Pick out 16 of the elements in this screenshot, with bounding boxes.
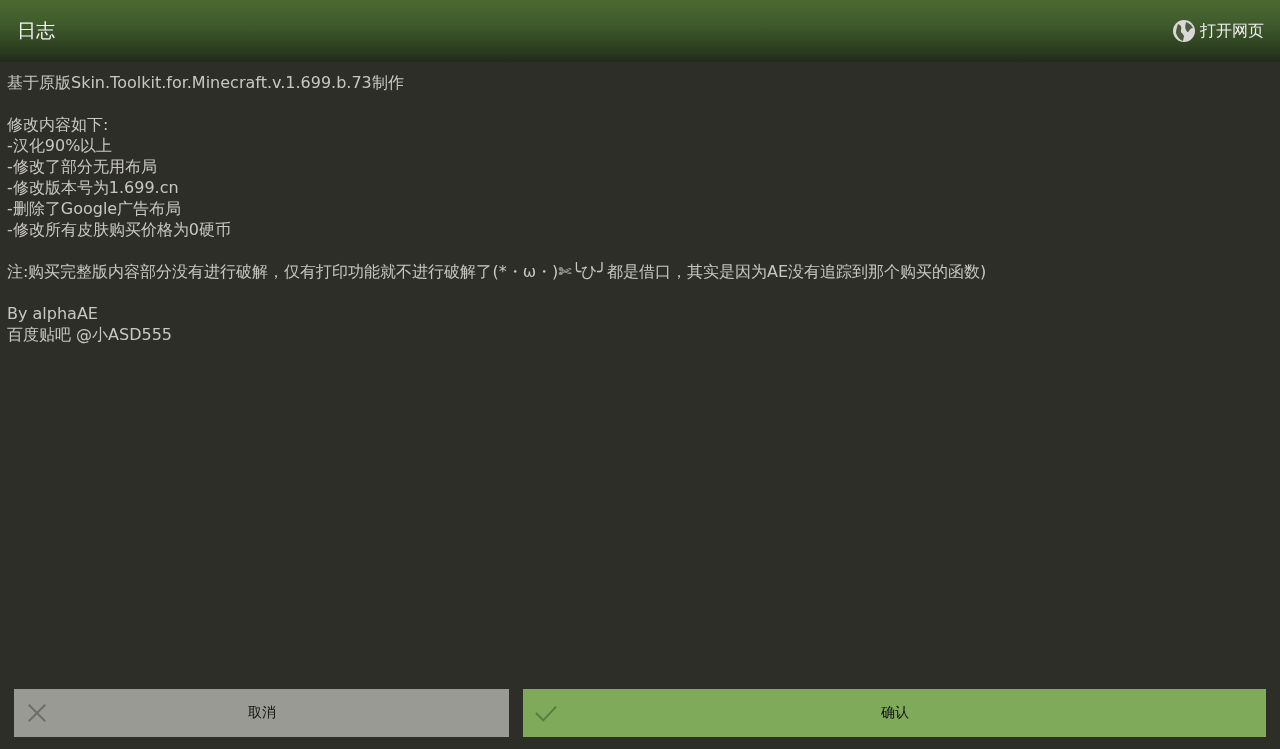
page-title: 日志	[17, 18, 55, 43]
globe-icon	[1172, 19, 1196, 43]
log-text-line: 基于原版Skin.Toolkit.for.Minecraft.v.1.699.b.73制作	[7, 72, 404, 93]
open-webpage-button[interactable]: 打开网页	[1172, 19, 1264, 43]
log-text-line: -汉化90%以上	[7, 135, 113, 156]
log-text-line: -修改所有皮肤购买价格为0硬币	[7, 219, 231, 240]
log-text-line: By alphaAE	[7, 303, 98, 324]
log-text-line: 修改内容如下:	[7, 114, 109, 135]
log-text-line: 注:购买完整版内容部分没有进行破解，仅有打印功能就不进行破解了(*・ω・)✄╰ひ╯都是借口，其实是因为AE没有追踪到那个购买的函数)	[7, 261, 987, 282]
cancel-button[interactable]: 取消	[14, 689, 509, 737]
log-text-line: 百度贴吧 @小ASD555	[7, 324, 173, 345]
log-text-line: -删除了Google广告布局	[7, 198, 182, 219]
log-text-line: -修改版本号为1.699.cn	[7, 177, 179, 198]
confirm-button[interactable]: 确认	[523, 689, 1266, 737]
log-text-line: -修改了部分无用布局	[7, 156, 157, 177]
close-icon	[26, 702, 48, 724]
